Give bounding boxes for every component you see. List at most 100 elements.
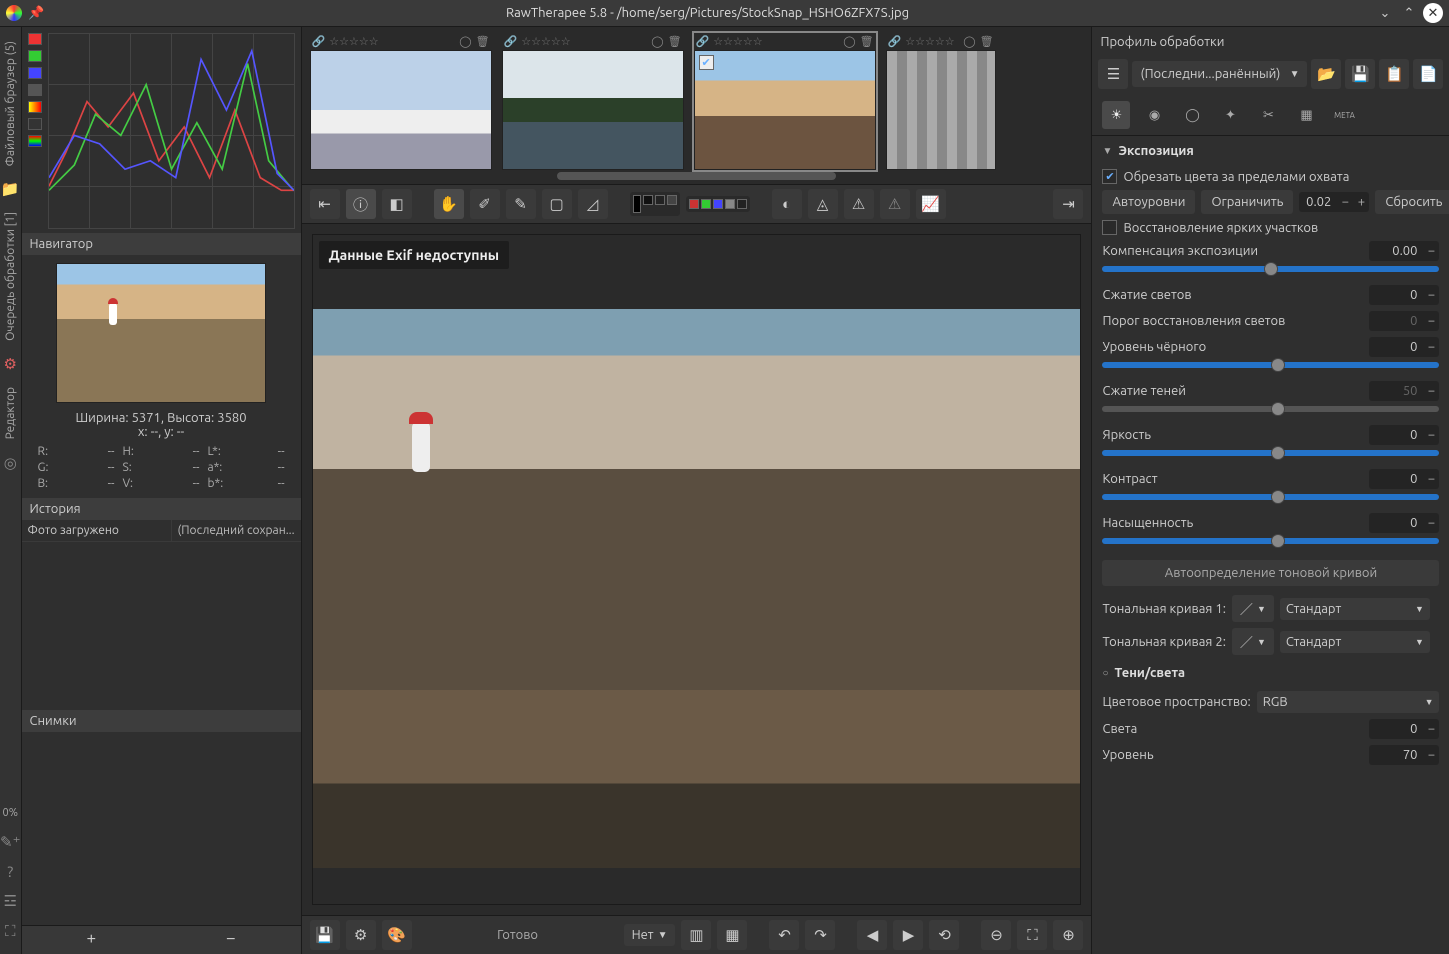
profile-mode-icon[interactable]: ☰: [1098, 59, 1128, 89]
tab-advanced-icon[interactable]: ✦: [1216, 101, 1244, 129]
tab-transform-icon[interactable]: ✂: [1254, 101, 1282, 129]
black-value[interactable]: 0−: [1369, 337, 1439, 357]
zoom-out-icon[interactable]: ⊖: [981, 920, 1011, 950]
brightness-slider[interactable]: [1092, 448, 1449, 466]
auto-tone-curve-button[interactable]: Автоопределение тоновой кривой: [1102, 560, 1439, 586]
contrast-value[interactable]: 0−: [1369, 469, 1439, 489]
ev-comp-value[interactable]: 0.00−: [1369, 241, 1439, 261]
zoom-in-icon[interactable]: ⊕: [1053, 920, 1083, 950]
prev-image-icon[interactable]: ◀: [857, 920, 887, 950]
profile-paste-icon[interactable]: 📄: [1413, 59, 1443, 89]
circle-icon[interactable]: ◯: [459, 35, 471, 48]
zoom-fit-icon[interactable]: ⛶: [1017, 920, 1047, 950]
filmstrip-scroll[interactable]: [310, 172, 1084, 180]
black-slider[interactable]: [1092, 360, 1449, 378]
hl-compress-value[interactable]: 0−: [1369, 285, 1439, 305]
tab-file-browser[interactable]: Файловый браузер (5): [4, 41, 17, 166]
clip-value[interactable]: 0.02−+: [1299, 192, 1369, 212]
tab-meta-icon[interactable]: META: [1330, 101, 1358, 129]
crop-icon[interactable]: ▢: [542, 189, 572, 219]
close-button[interactable]: ✕: [1423, 3, 1443, 23]
hlr-checkbox[interactable]: [1102, 220, 1117, 235]
shadows-highlights-header[interactable]: ○ Тени/света: [1092, 658, 1449, 688]
snapshot-remove-button[interactable]: −: [161, 926, 301, 954]
gamut-icon[interactable]: ▥: [681, 920, 711, 950]
hand-icon[interactable]: ✋: [434, 189, 464, 219]
tab-detail-icon[interactable]: ◉: [1140, 101, 1168, 129]
aperture-icon[interactable]: ◎: [4, 454, 17, 472]
ev-comp-slider[interactable]: [1092, 264, 1449, 282]
curve2-mode[interactable]: Стандарт▼: [1280, 631, 1430, 653]
panel-right-icon[interactable]: ⇥: [1053, 189, 1083, 219]
history-row[interactable]: Фото загружено (Последний сохран...: [22, 520, 301, 542]
tab-color-icon[interactable]: ◯: [1178, 101, 1206, 129]
save-icon[interactable]: 💾: [310, 920, 340, 950]
gear-icon[interactable]: ⚙: [4, 355, 17, 373]
highlights-value[interactable]: 0−: [1369, 719, 1439, 739]
navigator-thumbnail[interactable]: [56, 263, 266, 403]
thumb-4[interactable]: 🔗☆☆☆☆☆◯🗑: [886, 33, 996, 170]
external-editor-icon[interactable]: 🎨: [382, 920, 412, 950]
profile-copy-icon[interactable]: 📋: [1379, 59, 1409, 89]
fullscreen-icon[interactable]: ⛶: [5, 922, 16, 940]
swatch-chroma[interactable]: [28, 101, 42, 113]
colorspace-select[interactable]: RGB▼: [1257, 691, 1440, 713]
curve2-type[interactable]: ／ ▼: [1232, 628, 1274, 655]
trash-icon[interactable]: 🗑: [476, 35, 490, 48]
profile-load-icon[interactable]: 📂: [1311, 59, 1341, 89]
wb-picker-icon[interactable]: ✐: [470, 189, 500, 219]
add-icon[interactable]: ✎⁺: [0, 833, 21, 851]
thumb-2[interactable]: 🔗☆☆☆☆☆◯🗑: [502, 33, 684, 170]
auto-levels-button[interactable]: Автоуровни: [1102, 190, 1195, 214]
highlight-clip-icon[interactable]: ⚠: [844, 189, 874, 219]
clip-checkbox[interactable]: ✔: [1102, 169, 1117, 184]
minimize-button[interactable]: ⌄: [1375, 3, 1395, 23]
circle-icon[interactable]: ◯: [651, 35, 663, 48]
folder-icon[interactable]: 📁: [1, 180, 20, 198]
sliders-icon[interactable]: ☲: [4, 892, 17, 910]
bg-select[interactable]: Нет▼: [624, 924, 676, 946]
straighten-icon[interactable]: ◿: [578, 189, 608, 219]
sharpen-preview-icon[interactable]: ◐: [772, 189, 802, 219]
monitor-icon[interactable]: ▦: [717, 920, 747, 950]
trash-icon[interactable]: 🗑: [980, 35, 994, 48]
saturation-slider[interactable]: [1092, 536, 1449, 554]
rotate-left-icon[interactable]: ↶: [769, 920, 799, 950]
level-value[interactable]: 70−: [1369, 745, 1439, 765]
preview-channel[interactable]: [686, 196, 750, 212]
info-icon[interactable]: ⓘ: [346, 189, 376, 219]
clip-button[interactable]: Ограничить: [1201, 190, 1293, 214]
swatch-raw[interactable]: [28, 118, 42, 130]
rotate-right-icon[interactable]: ↷: [805, 920, 835, 950]
exposure-group-header[interactable]: ▼ Экспозиция: [1092, 136, 1449, 166]
before-after-icon[interactable]: ◧: [382, 189, 412, 219]
image-preview[interactable]: Данные Exif недоступны: [312, 234, 1082, 905]
sync-icon[interactable]: ⟲: [929, 920, 959, 950]
profile-select[interactable]: (Последни...ранённый)▼: [1132, 61, 1307, 87]
curve1-type[interactable]: ／ ▼: [1232, 595, 1274, 622]
swatch-luma[interactable]: [28, 84, 42, 96]
next-image-icon[interactable]: ▶: [893, 920, 923, 950]
pin-icon[interactable]: 📌: [28, 6, 44, 21]
profile-save-icon[interactable]: 💾: [1345, 59, 1375, 89]
background-mode[interactable]: [630, 192, 680, 216]
curve1-mode[interactable]: Стандарт▼: [1280, 598, 1430, 620]
tab-exposure-icon[interactable]: ☀: [1102, 101, 1130, 129]
trash-icon[interactable]: 🗑: [668, 35, 682, 48]
reset-button[interactable]: Сбросить: [1375, 190, 1449, 214]
contrast-slider[interactable]: [1092, 492, 1449, 510]
panel-left-icon[interactable]: ⇤: [310, 189, 340, 219]
circle-icon[interactable]: ◯: [963, 35, 975, 48]
swatch-blue[interactable]: [28, 67, 42, 79]
queue-icon[interactable]: ⚙: [346, 920, 376, 950]
focus-mask-icon[interactable]: ◬: [808, 189, 838, 219]
maximize-button[interactable]: ⌃: [1399, 3, 1419, 23]
snapshot-add-button[interactable]: +: [22, 926, 162, 954]
thumb-3[interactable]: 🔗☆☆☆☆☆◯🗑 ✔: [694, 33, 876, 170]
swatch-bar[interactable]: [28, 135, 42, 147]
help-icon[interactable]: ?: [7, 863, 13, 880]
saturation-value[interactable]: 0−: [1369, 513, 1439, 533]
trash-icon[interactable]: 🗑: [860, 35, 874, 48]
shadow-clip-icon[interactable]: ⚠: [880, 189, 910, 219]
swatch-green[interactable]: [28, 50, 42, 62]
